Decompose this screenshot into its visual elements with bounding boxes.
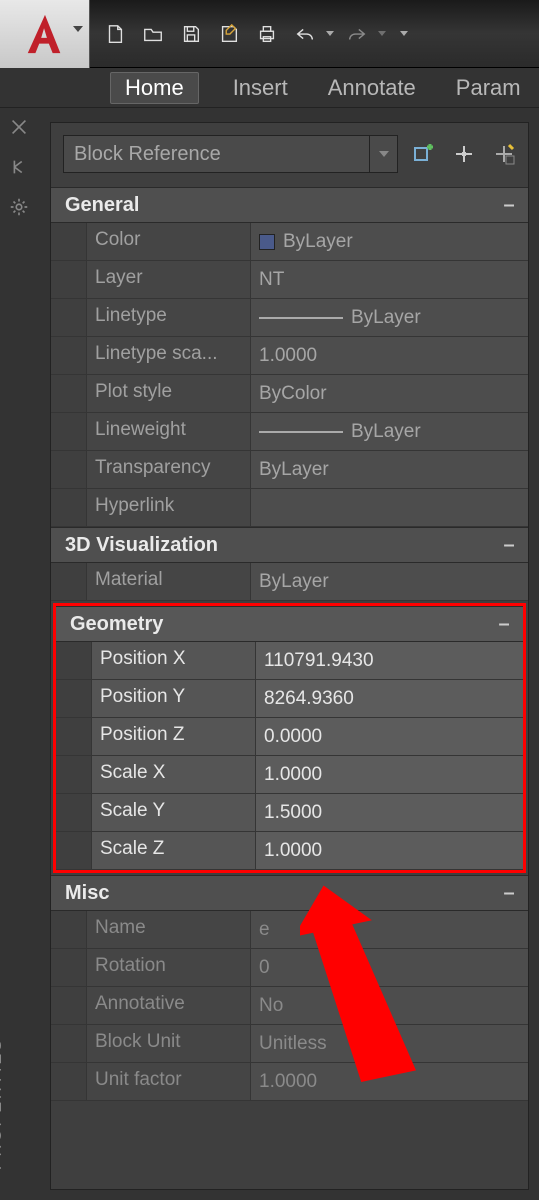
name-label: Name bbox=[87, 911, 251, 948]
block-unit-value[interactable]: Unitless bbox=[251, 1025, 528, 1062]
transparency-label: Transparency bbox=[87, 451, 251, 488]
undo-dropdown-icon[interactable] bbox=[326, 31, 334, 36]
plot-style-label: Plot style bbox=[87, 375, 251, 412]
annotative-label: Annotative bbox=[87, 987, 251, 1024]
quick-select-icon[interactable] bbox=[490, 140, 518, 168]
undo-icon[interactable] bbox=[290, 19, 320, 49]
palette-side-strip bbox=[0, 108, 38, 218]
redo-icon[interactable] bbox=[342, 19, 372, 49]
scale-y-label: Scale Y bbox=[92, 794, 256, 831]
unit-factor-value[interactable]: 1.0000 bbox=[251, 1063, 528, 1100]
line-sample-icon bbox=[259, 317, 343, 319]
position-y-value[interactable]: 8264.9360 bbox=[256, 680, 523, 717]
block-unit-label: Block Unit bbox=[87, 1025, 251, 1062]
position-z-value[interactable]: 0.0000 bbox=[256, 718, 523, 755]
collapse-icon[interactable]: – bbox=[500, 536, 518, 554]
close-icon[interactable] bbox=[8, 116, 30, 138]
object-type-row: Block Reference bbox=[51, 123, 528, 187]
plot-style-value[interactable]: ByColor bbox=[251, 375, 528, 412]
tab-insert[interactable]: Insert bbox=[227, 71, 294, 105]
properties-menu-icon[interactable] bbox=[8, 196, 30, 218]
save-as-icon[interactable] bbox=[214, 19, 244, 49]
app-menu-button[interactable] bbox=[0, 0, 90, 68]
quick-access-toolbar bbox=[100, 19, 408, 49]
title-bar bbox=[0, 0, 539, 68]
geometry-highlight-box: Geometry – Position X 110791.9430 Positi… bbox=[53, 603, 526, 873]
tab-parametric[interactable]: Param bbox=[450, 71, 527, 105]
scale-z-value[interactable]: 1.0000 bbox=[256, 832, 523, 869]
layer-value[interactable]: NT bbox=[251, 261, 528, 298]
collapse-icon[interactable]: – bbox=[495, 615, 513, 633]
general-properties: Color ByLayer Layer NT Linetype ByLayer … bbox=[51, 223, 528, 527]
color-label: Color bbox=[87, 223, 251, 260]
position-z-label: Position Z bbox=[92, 718, 256, 755]
collapse-icon[interactable]: – bbox=[500, 884, 518, 902]
position-x-value[interactable]: 110791.9430 bbox=[256, 642, 523, 679]
new-file-icon[interactable] bbox=[100, 19, 130, 49]
position-y-label: Position Y bbox=[92, 680, 256, 717]
color-value[interactable]: ByLayer bbox=[251, 223, 528, 260]
section-title: 3D Visualization bbox=[65, 534, 218, 557]
line-sample-icon bbox=[259, 431, 343, 433]
tab-annotate[interactable]: Annotate bbox=[322, 71, 422, 105]
transparency-value[interactable]: ByLayer bbox=[251, 451, 528, 488]
autocad-logo-icon bbox=[22, 11, 68, 57]
scale-x-value[interactable]: 1.0000 bbox=[256, 756, 523, 793]
chevron-down-icon bbox=[73, 26, 83, 32]
tab-home[interactable]: Home bbox=[110, 72, 199, 104]
material-label: Material bbox=[87, 563, 251, 600]
hyperlink-value[interactable] bbox=[251, 489, 528, 526]
properties-panel: Block Reference General – Color ByLayer … bbox=[50, 122, 529, 1190]
section-header-geometry[interactable]: Geometry – bbox=[56, 606, 523, 642]
open-file-icon[interactable] bbox=[138, 19, 168, 49]
rotation-label: Rotation bbox=[87, 949, 251, 986]
rotation-value[interactable]: 0 bbox=[251, 949, 528, 986]
scale-y-value[interactable]: 1.5000 bbox=[256, 794, 523, 831]
3dviz-properties: Material ByLayer bbox=[51, 563, 528, 601]
material-value[interactable]: ByLayer bbox=[251, 563, 528, 600]
auto-hide-icon[interactable] bbox=[8, 156, 30, 178]
section-header-general[interactable]: General – bbox=[51, 187, 528, 223]
object-type-select[interactable]: Block Reference bbox=[63, 135, 398, 173]
toggle-pickadd-icon[interactable] bbox=[410, 140, 438, 168]
linetype-value[interactable]: ByLayer bbox=[251, 299, 528, 336]
geometry-properties: Position X 110791.9430 Position Y 8264.9… bbox=[56, 642, 523, 870]
scale-x-label: Scale X bbox=[92, 756, 256, 793]
section-header-misc[interactable]: Misc – bbox=[51, 875, 528, 911]
linetype-scale-value[interactable]: 1.0000 bbox=[251, 337, 528, 374]
linetype-label: Linetype bbox=[87, 299, 251, 336]
print-icon[interactable] bbox=[252, 19, 282, 49]
linetype-scale-label: Linetype sca... bbox=[87, 337, 251, 374]
layer-label: Layer bbox=[87, 261, 251, 298]
hyperlink-label: Hyperlink bbox=[87, 489, 251, 526]
misc-properties: Name e Rotation 0 Annotative No Block Un… bbox=[51, 911, 528, 1101]
qat-customize-icon[interactable] bbox=[400, 31, 408, 36]
palette-title: PROPERTIES bbox=[0, 1037, 6, 1170]
save-icon[interactable] bbox=[176, 19, 206, 49]
section-title: Geometry bbox=[70, 613, 163, 636]
ribbon-tabs: Home Insert Annotate Param bbox=[0, 68, 539, 108]
object-type-value: Block Reference bbox=[74, 143, 221, 166]
annotative-value[interactable]: No bbox=[251, 987, 528, 1024]
section-title: Misc bbox=[65, 882, 109, 905]
select-objects-icon[interactable] bbox=[450, 140, 478, 168]
position-x-label: Position X bbox=[92, 642, 256, 679]
unit-factor-label: Unit factor bbox=[87, 1063, 251, 1100]
section-header-3dviz[interactable]: 3D Visualization – bbox=[51, 527, 528, 563]
lineweight-label: Lineweight bbox=[87, 413, 251, 450]
lineweight-value[interactable]: ByLayer bbox=[251, 413, 528, 450]
name-value[interactable]: e bbox=[251, 911, 528, 948]
section-title: General bbox=[65, 194, 139, 217]
collapse-icon[interactable]: – bbox=[500, 196, 518, 214]
object-type-dropdown-icon[interactable] bbox=[369, 136, 397, 172]
color-swatch-icon bbox=[259, 234, 275, 250]
redo-dropdown-icon[interactable] bbox=[378, 31, 386, 36]
scale-z-label: Scale Z bbox=[92, 832, 256, 869]
